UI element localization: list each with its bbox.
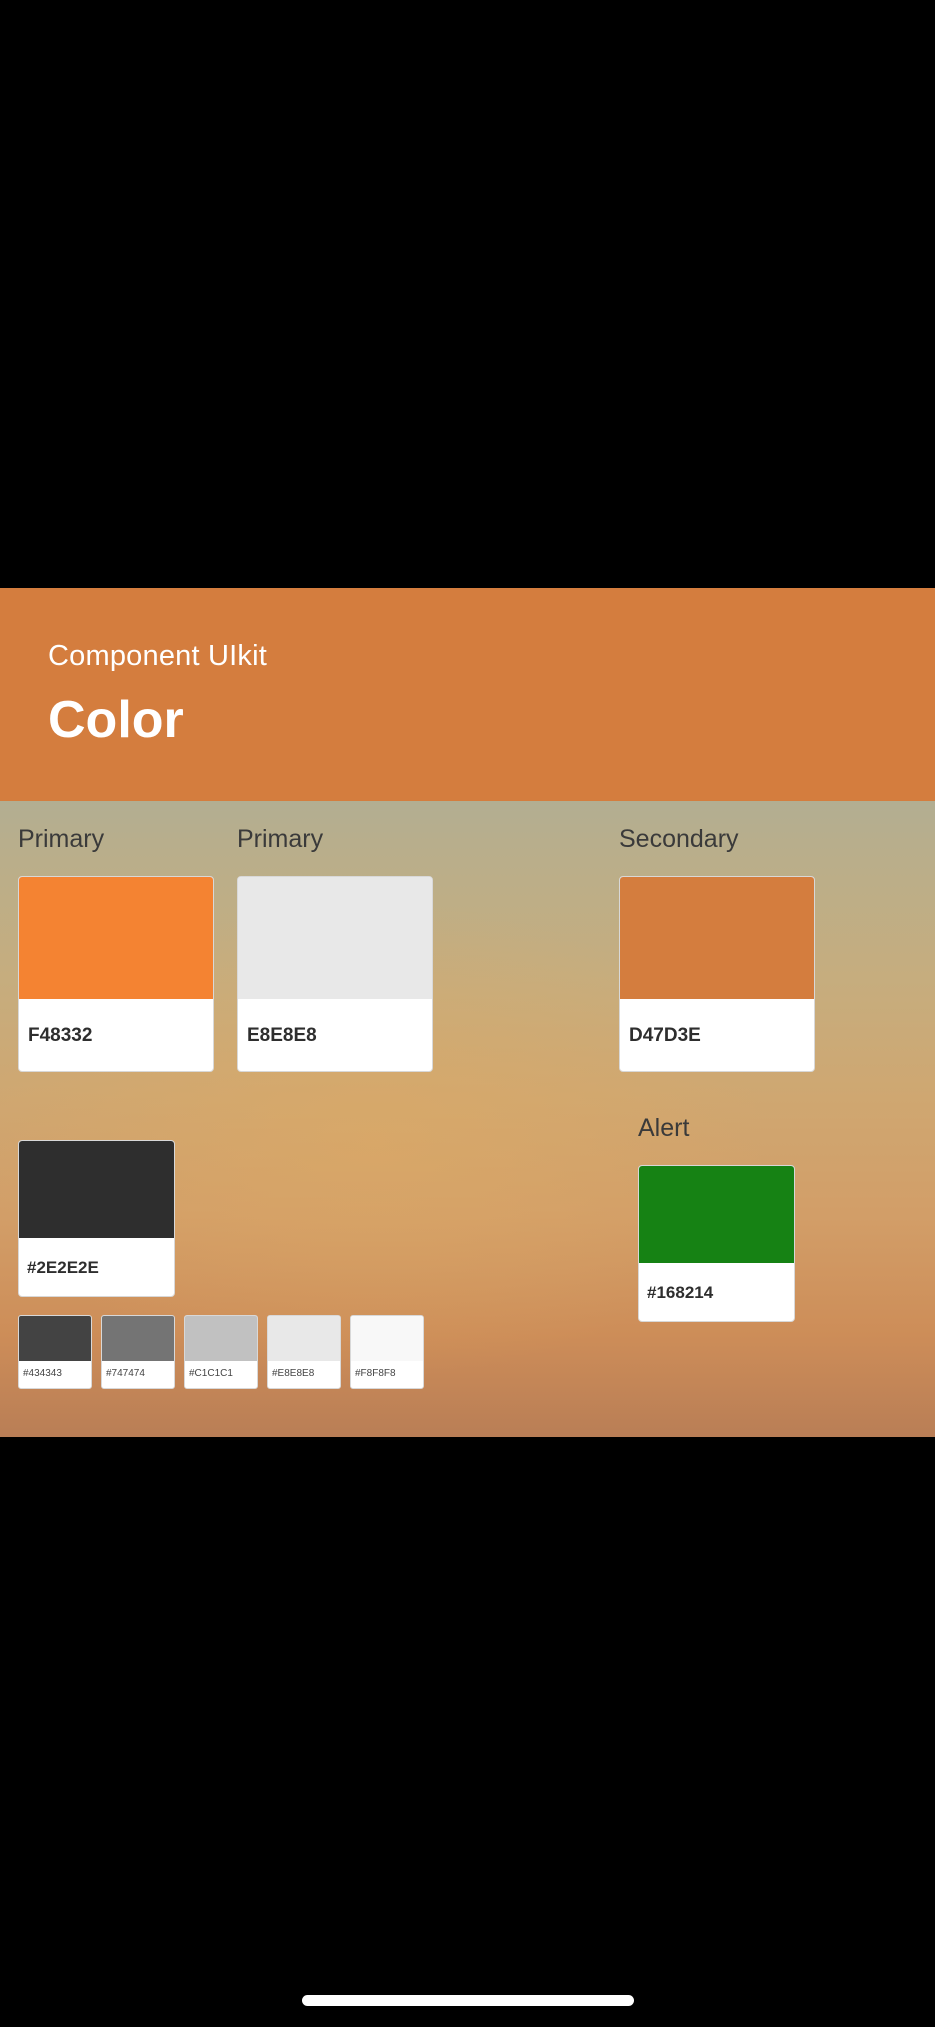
swatch-card-grey-3: #C1C1C1 xyxy=(184,1315,258,1389)
swatch-card-grey-4: #E8E8E8 xyxy=(267,1315,341,1389)
color-chip xyxy=(238,877,432,999)
primary-label: Primary xyxy=(18,825,105,853)
color-chip xyxy=(19,1141,174,1238)
swatch-card-dark: #2E2E2E xyxy=(18,1140,175,1297)
color-chip xyxy=(102,1316,174,1361)
color-palette-slide: Component UIkit Color Primary F48332 Pri… xyxy=(0,588,935,1437)
color-code: F48332 xyxy=(28,1025,93,1046)
color-chip xyxy=(620,877,814,999)
color-chip xyxy=(639,1166,794,1263)
secondary-label: Secondary xyxy=(619,825,739,853)
color-code: D47D3E xyxy=(629,1025,701,1046)
color-chip xyxy=(268,1316,340,1361)
swatch-card-alert: #168214 xyxy=(638,1165,795,1322)
color-chip xyxy=(351,1316,423,1361)
page-title: Color xyxy=(48,691,184,749)
color-code: #168214 xyxy=(647,1283,714,1302)
header-kicker: Component UIkit xyxy=(48,640,267,672)
color-chip xyxy=(19,877,213,999)
color-code: #2E2E2E xyxy=(27,1258,99,1277)
alert-label: Alert xyxy=(638,1114,690,1142)
color-chip xyxy=(185,1316,257,1361)
color-code: E8E8E8 xyxy=(247,1025,317,1046)
swatch-card-secondary: D47D3E xyxy=(619,876,815,1072)
color-code: #434343 xyxy=(23,1368,62,1379)
swatch-card-primary-orange: F48332 xyxy=(18,876,214,1072)
color-code: #747474 xyxy=(106,1368,145,1379)
swatch-card-grey-1: #434343 xyxy=(18,1315,92,1389)
swatch-card-grey-5: #F8F8F8 xyxy=(350,1315,424,1389)
color-code: #F8F8F8 xyxy=(355,1368,396,1379)
home-indicator[interactable] xyxy=(302,1995,634,2006)
color-chip xyxy=(19,1316,91,1361)
swatch-card-grey-2: #747474 xyxy=(101,1315,175,1389)
swatch-card-primary-light: E8E8E8 xyxy=(237,876,433,1072)
primary-label-2: Primary xyxy=(237,825,324,853)
header-banner: Component UIkit Color xyxy=(0,588,935,801)
color-code: #C1C1C1 xyxy=(189,1368,233,1379)
color-code: #E8E8E8 xyxy=(272,1368,315,1379)
